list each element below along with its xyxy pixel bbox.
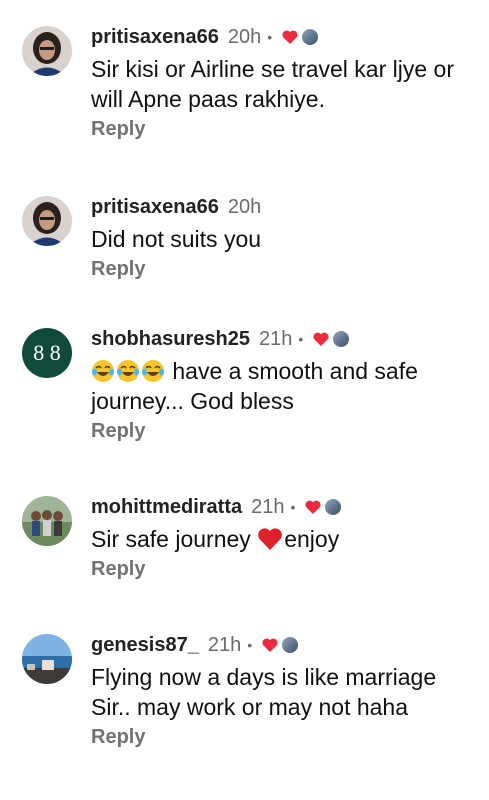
laughing-emoji-icon: [91, 359, 115, 383]
reply-button[interactable]: Reply: [91, 726, 145, 749]
separator-dot: •: [247, 637, 253, 653]
heart-icon: [262, 638, 278, 652]
separator-dot: •: [290, 499, 296, 515]
timestamp: 20h: [227, 25, 262, 48]
user-avatar[interactable]: [22, 26, 72, 76]
user-avatar[interactable]: [22, 496, 72, 546]
reply-button[interactable]: Reply: [91, 558, 145, 581]
comment-text: have a smooth and safe journey... God bl…: [91, 356, 475, 416]
user-avatar[interactable]: [22, 634, 72, 684]
comment-text: Sir kisi or Airline se travel kar ljye o…: [91, 56, 454, 112]
timestamp: 21h: [258, 327, 293, 350]
heart-icon: [305, 500, 321, 514]
separator-dot: •: [267, 29, 273, 45]
reply-button[interactable]: Reply: [91, 420, 145, 443]
timestamp: 20h: [227, 195, 262, 218]
comment-text-after: enjoy: [284, 526, 340, 552]
laughing-emoji-icon: [116, 359, 140, 383]
comment-text: Did not suits you: [91, 226, 262, 252]
username[interactable]: genesis87_: [91, 634, 199, 657]
comment-text: Flying now a days is like marriage Sir..…: [91, 664, 437, 720]
separator-dot: •: [298, 331, 304, 347]
username[interactable]: pritisaxena66: [91, 196, 219, 219]
user-avatar[interactable]: [22, 196, 72, 246]
author-avatar-icon: [333, 331, 350, 347]
comment-text-before: Sir safe journey: [91, 526, 258, 552]
author-avatar-icon: [325, 499, 342, 515]
comment-text: Sir safe journey enjoy: [91, 524, 475, 554]
logo-text: 8 8: [33, 340, 61, 365]
user-avatar[interactable]: 8 8: [22, 328, 72, 378]
reply-button[interactable]: Reply: [91, 258, 145, 281]
laughing-emoji-icon: [141, 359, 165, 383]
author-avatar-icon: [282, 637, 299, 653]
timestamp: 21h: [207, 633, 242, 656]
red-heart-emoji-icon: [257, 527, 283, 551]
heart-icon: [313, 332, 329, 346]
heart-icon: [282, 30, 298, 44]
reply-button[interactable]: Reply: [91, 118, 145, 141]
username[interactable]: shobhasuresh25: [91, 328, 250, 351]
username[interactable]: pritisaxena66: [91, 26, 219, 49]
username[interactable]: mohittmediratta: [91, 496, 242, 519]
timestamp: 21h: [251, 495, 285, 518]
author-avatar-icon: [302, 29, 319, 45]
